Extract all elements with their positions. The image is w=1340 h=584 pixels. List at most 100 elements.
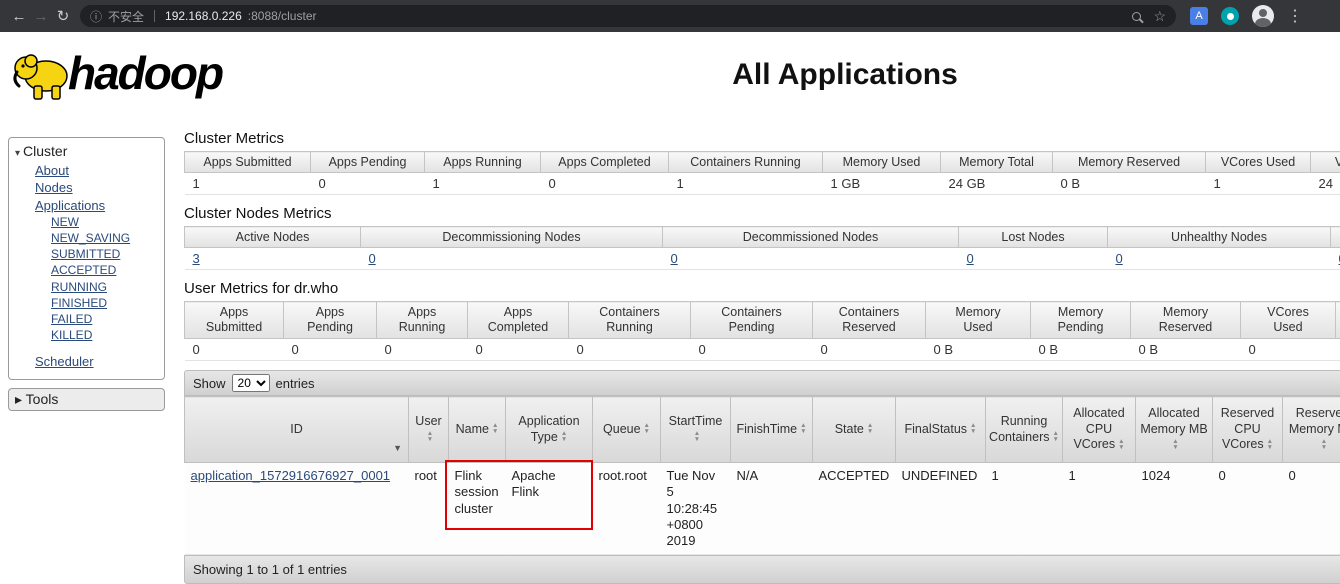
sort-icons: ▲▼ [1053,431,1059,444]
column-header-finalstatus[interactable]: FinalStatus▲▼ [896,397,986,463]
column-header: Containers Pending [691,302,813,339]
sort-icons: ▲▼ [1118,439,1124,452]
applications-header-row: ID▼ User▲▼ Name▲▼ Application Type▲▼ Que… [185,397,1340,463]
column-header-reserved-cpu-vcores[interactable]: Reserved CPU VCores▲▼ [1213,397,1283,463]
sidebar-item-about: About [35,164,164,178]
sort-icons: ▲▼ [1267,439,1273,452]
column-header: Rebooted Nodes [1331,227,1340,248]
column-header: VCores Total [1311,152,1340,173]
column-header-finishtime[interactable]: FinishTime▲▼ [731,397,813,463]
application-id-link[interactable]: application_1572916676927_0001 [191,468,391,483]
app-type-cell: Apache Flink [506,463,593,555]
profile-avatar[interactable] [1252,5,1274,27]
sidebar: ▾Cluster About Nodes Applications NEW NE… [8,137,165,411]
column-header: Memory Used [823,152,941,173]
cluster-nav-list: About Nodes Applications NEW NEW_SAVING … [9,164,164,342]
column-header-allocated-memory-mb[interactable]: Allocated Memory MB▲▼ [1136,397,1213,463]
column-header: Active Nodes [185,227,361,248]
column-header: Apps Submitted [185,302,284,339]
column-header-reserved-memory-mb[interactable]: Reserved Memory MB▲▼ [1283,397,1340,463]
state-finished-link[interactable]: FINISHED [51,296,107,310]
state-submitted-link[interactable]: SUBMITTED [51,247,120,261]
state-killed-link[interactable]: KILLED [51,328,92,342]
metric-value: 24 GB [941,173,1053,195]
state-new-saving-link[interactable]: NEW_SAVING [51,231,130,245]
browser-menu-icon[interactable]: ⋮ [1287,6,1303,26]
column-header-allocated-cpu-vcores[interactable]: Allocated CPU VCores▲▼ [1063,397,1136,463]
show-label: Show [193,376,226,391]
app-reserved-memory-cell: 0 [1283,463,1340,555]
bookmark-star-icon[interactable]: ☆ [1153,8,1166,25]
column-header-id[interactable]: ID▼ [185,397,409,463]
state-running-link[interactable]: RUNNING [51,280,107,294]
scheduler-link[interactable]: Scheduler [35,354,94,369]
address-bar[interactable]: ⓘ 不安全 192.168.0.226 :8088/cluster ☆ [80,5,1176,27]
nodes-metrics-heading: Cluster Nodes Metrics [184,205,1340,222]
about-link[interactable]: About [35,163,69,178]
extension-icon[interactable] [1221,7,1239,25]
extensions-area: A [1190,5,1274,27]
column-header: Memory Total [941,152,1053,173]
sort-icons: ▲▼ [1321,439,1327,452]
forward-icon[interactable]: → [30,8,52,25]
user-metrics-value-row: 0 0 0 0 0 0 0 0 B 0 B 0 B 0 0 [185,339,1340,361]
tools-nav-header[interactable]: ▸ Tools [8,388,165,411]
table-info-footer: Showing 1 to 1 of 1 entries [184,555,1340,584]
nodes-metrics-header-row: Active Nodes Decommissioning Nodes Decom… [185,227,1340,248]
metric-value: 0 [691,339,813,361]
column-header-state[interactable]: State▲▼ [813,397,896,463]
column-header: Apps Running [425,152,541,173]
column-header: Apps Completed [468,302,569,339]
app-id-cell: application_1572916676927_0001 [185,463,409,555]
state-failed-link[interactable]: FAILED [51,312,92,326]
app-starttime-cell: Tue Nov 5 10:28:45 +0800 2019 [661,463,731,555]
page-size-select[interactable]: 20 [232,374,270,392]
translate-extension-icon[interactable]: A [1190,7,1208,25]
column-header: Apps Pending [311,152,425,173]
hadoop-logo: hadoop [10,42,222,104]
app-finishtime-cell: N/A [731,463,813,555]
sidebar-item-nodes: Nodes [35,181,164,195]
back-icon[interactable]: ← [8,8,30,25]
zoom-icon[interactable] [1132,12,1141,21]
column-header: Memory Reserved [1053,152,1206,173]
column-header-queue[interactable]: Queue▲▼ [593,397,661,463]
unhealthy-nodes-link[interactable]: 0 [1116,251,1123,266]
nodes-link[interactable]: Nodes [35,180,73,195]
applications-link[interactable]: Applications [35,198,105,213]
user-metrics-heading: User Metrics for dr.who [184,280,1340,297]
column-header-name[interactable]: Name▲▼ [449,397,506,463]
tools-nav-label: Tools [26,391,59,407]
content: Cluster Metrics Apps Submitted Apps Pend… [184,130,1340,584]
state-item: ACCEPTED [51,264,164,277]
sort-icons: ▲▼ [561,431,567,444]
column-header-application-type[interactable]: Application Type▲▼ [506,397,593,463]
decommissioning-nodes-link[interactable]: 0 [369,251,376,266]
column-header-user[interactable]: User▲▼ [409,397,449,463]
decommissioned-nodes-link[interactable]: 0 [671,251,678,266]
metric-value: 1 [185,173,311,195]
app-states-list: NEW NEW_SAVING SUBMITTED ACCEPTED RUNNIN… [35,216,164,343]
sort-icons: ▲▼ [800,423,806,436]
lost-nodes-link[interactable]: 0 [967,251,974,266]
metric-value: 0 B [1131,339,1241,361]
active-nodes-link[interactable]: 3 [193,251,200,266]
column-header: Decommissioning Nodes [361,227,663,248]
showing-entries-label: Showing 1 to 1 of 1 entries [193,562,347,577]
chevron-down-icon: ▾ [15,148,20,159]
app-reserved-cpu-cell: 0 [1213,463,1283,555]
column-header: Containers Running [569,302,691,339]
column-header: Memory Used [926,302,1031,339]
cluster-nav-header[interactable]: ▾Cluster [9,141,164,161]
metric-value: 0 B [1053,173,1206,195]
state-accepted-link[interactable]: ACCEPTED [51,263,116,277]
metric-value: 0 [185,339,284,361]
column-header: Apps Completed [541,152,669,173]
applications-table-wrap: ID▼ User▲▼ Name▲▼ Application Type▲▼ Que… [184,396,1340,555]
state-new-link[interactable]: NEW [51,215,79,229]
info-icon[interactable]: ⓘ [90,8,102,25]
column-header-running-containers[interactable]: Running Containers▲▼ [986,397,1063,463]
column-header-starttime[interactable]: StartTime▲▼ [661,397,731,463]
state-item: FAILED [51,313,164,326]
refresh-icon[interactable]: ↻ [52,7,74,25]
